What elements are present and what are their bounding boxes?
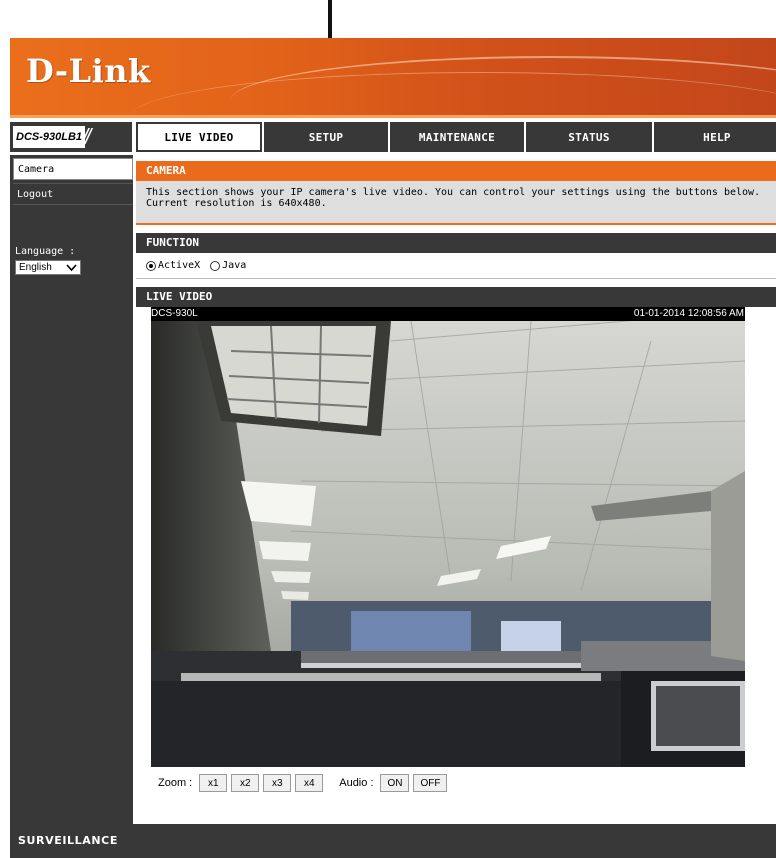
- activex-radio[interactable]: ActiveX: [146, 260, 200, 271]
- video-osd: DCS-930L 01-01-2014 12:08:56 AM: [151, 307, 745, 321]
- chevron-down-icon: [66, 261, 77, 278]
- camera-web-ui: D-Link DCS-930LB1 // LIVE VIDEO SETUP MA…: [10, 38, 776, 858]
- resolution-text: Current resolution is 640x480.: [146, 198, 327, 209]
- zoom-x2-button[interactable]: x2: [231, 774, 260, 792]
- tab-live-video[interactable]: LIVE VIDEO: [136, 122, 262, 152]
- model-label: DCS-930LB1: [13, 126, 86, 148]
- nav-tabs: LIVE VIDEO SETUP MAINTENANCE STATUS HELP: [136, 122, 776, 152]
- video-frame: [151, 321, 745, 767]
- zoom-x3-button[interactable]: x3: [263, 774, 292, 792]
- slash-decoration: //: [82, 124, 91, 149]
- surveillance-brand: SURVEILLANCE: [18, 834, 118, 847]
- radio-selected-icon: [146, 260, 156, 271]
- live-video-section-title: LIVE VIDEO: [136, 287, 776, 307]
- footer: SURVEILLANCE: [10, 824, 776, 858]
- tab-status[interactable]: STATUS: [526, 122, 652, 152]
- tab-setup[interactable]: SETUP: [264, 122, 388, 152]
- function-options: ActiveX Java: [136, 253, 776, 279]
- sidebar-item-camera[interactable]: Camera: [13, 158, 133, 180]
- video-controls: Zoom : x1 x2 x3 x4 Audio : ON OFF: [156, 773, 448, 793]
- tab-maintenance[interactable]: MAINTENANCE: [390, 122, 524, 152]
- language-label: Language :: [15, 246, 76, 257]
- camera-section-title: CAMERA: [136, 161, 776, 181]
- language-select[interactable]: English: [15, 260, 81, 275]
- radio-empty-icon: [210, 260, 221, 271]
- sidebar-item-logout[interactable]: Logout: [13, 183, 133, 205]
- audio-off-button[interactable]: OFF: [413, 774, 448, 792]
- sidebar: Camera Logout Language : English: [10, 155, 133, 824]
- audio-on-button[interactable]: ON: [380, 774, 410, 792]
- audio-label: Audio :: [339, 777, 374, 789]
- java-label: Java: [222, 260, 247, 271]
- top-nav: DCS-930LB1 // LIVE VIDEO SETUP MAINTENAN…: [10, 118, 776, 155]
- camera-description: This section shows your IP camera's live…: [146, 187, 761, 198]
- header-banner: D-Link: [10, 38, 776, 118]
- zoom-x4-button[interactable]: x4: [295, 774, 324, 792]
- camera-info: This section shows your IP camera's live…: [136, 181, 776, 225]
- zoom-label: Zoom :: [158, 777, 193, 789]
- model-badge: DCS-930LB1 //: [10, 122, 132, 152]
- activex-label: ActiveX: [158, 260, 201, 271]
- tab-help[interactable]: HELP: [654, 122, 776, 152]
- live-video-viewer[interactable]: DCS-930L 01-01-2014 12:08:56 AM: [151, 307, 745, 767]
- language-value: English: [19, 262, 52, 273]
- zoom-x1-button[interactable]: x1: [199, 774, 228, 792]
- function-section-title: FUNCTION: [136, 233, 776, 253]
- dlink-logo: D-Link: [26, 52, 151, 90]
- video-timestamp: 01-01-2014 12:08:56 AM: [633, 308, 744, 319]
- java-radio[interactable]: Java: [210, 260, 246, 271]
- video-camera-name: DCS-930L: [151, 308, 198, 319]
